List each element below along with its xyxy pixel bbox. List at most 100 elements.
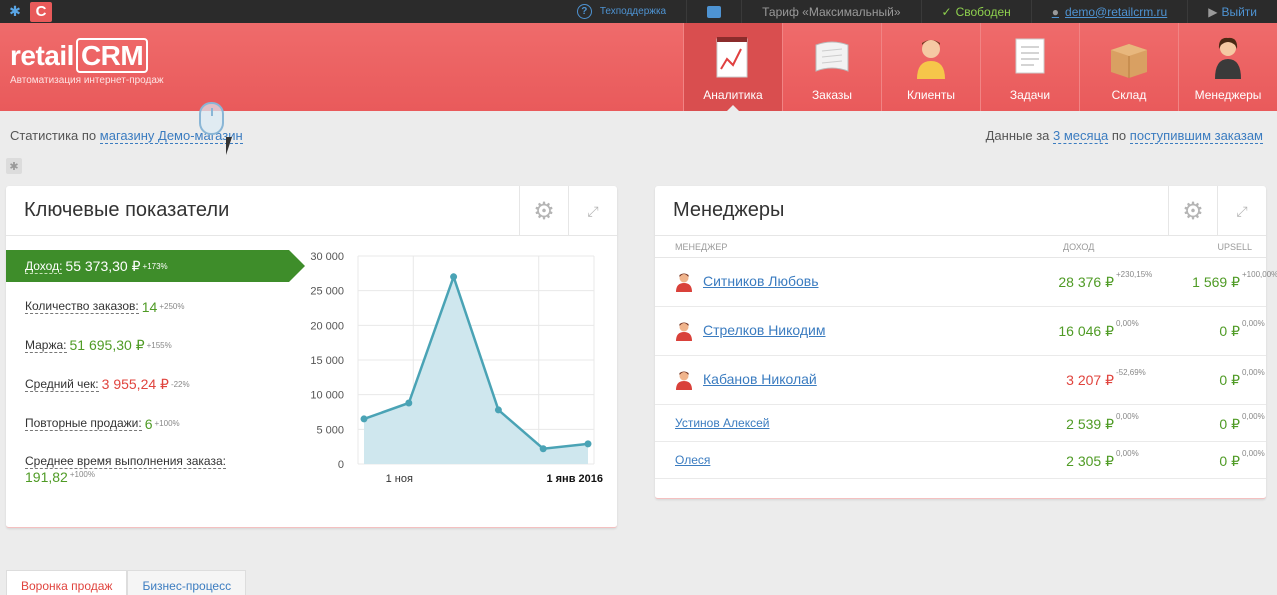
tab-business-process[interactable]: Бизнес-процесс: [127, 570, 247, 595]
user-icon: ●: [1051, 4, 1060, 19]
kpi-panel: Ключевые показатели ⚙ ⤢ Доход: 55 373,30…: [6, 186, 617, 528]
manager-name-link[interactable]: Кабанов Николай: [703, 371, 817, 387]
avatar-icon: [675, 321, 693, 341]
clients-icon: [908, 34, 954, 80]
period-selector-link[interactable]: 3 месяца: [1053, 128, 1109, 144]
manager-income: 2 539 ₽0,00%: [1066, 412, 1139, 432]
avatar-icon: [675, 272, 693, 292]
check-icon: ✓: [941, 4, 952, 19]
manager-upsell: 0 ₽0,00%: [1219, 319, 1265, 339]
nav-orders[interactable]: Заказы: [782, 23, 881, 111]
manager-income: 2 305 ₽0,00%: [1066, 449, 1139, 469]
x-tick-label: 1 ноя: [386, 473, 413, 485]
data-period: Данные за 3 месяца по поступившим заказа…: [985, 128, 1263, 144]
manager-upsell: 1 569 ₽ +100,00%: [1192, 270, 1277, 290]
manager-income: 28 376 ₽ +230,15%: [1058, 270, 1153, 290]
managers-table-header: МЕНЕДЖЕР ДОХОД UPSELL: [655, 236, 1266, 258]
managers-panel-title: Менеджеры: [673, 199, 785, 221]
y-tick-label: 0: [338, 459, 344, 471]
data-point[interactable]: [494, 406, 502, 414]
revenue-chart: 0 5 000 10 000 15 000 20 000 25 000 30 000 1 но…: [310, 251, 603, 485]
managers-icon: [1205, 34, 1251, 80]
revenue-area: [364, 276, 588, 464]
user-menu[interactable]: ● demo@retailcrm.ru: [1030, 0, 1187, 23]
manager-income: 16 046 ₽0,00%: [1058, 319, 1139, 339]
basis-selector-link[interactable]: поступившим заказам: [1129, 128, 1263, 144]
manager-name-link[interactable]: Ситников Любовь: [703, 273, 819, 289]
logout-icon: ▶: [1208, 4, 1218, 19]
mouse-click-indicator-icon: [199, 102, 224, 135]
tab-sales-funnel[interactable]: Воронка продаж: [6, 570, 128, 595]
data-point[interactable]: [450, 273, 458, 281]
x-tick-label: 1 янв 2016: [546, 473, 603, 485]
y-tick-label: 10 000: [310, 390, 344, 402]
kpi-avg-fulfillment-time[interactable]: Среднее время выполнения заказа: 191,82 +…: [6, 443, 291, 495]
table-row: Устинов Алексей 2 539 ₽0,00% 0 ₽0,00%: [655, 405, 1266, 442]
dashboard-settings-icon[interactable]: ✱: [6, 158, 22, 174]
manager-income: 3 207 ₽ -52,69%: [1066, 368, 1146, 388]
warehouse-icon: [1106, 34, 1152, 80]
y-tick-label: 30 000: [310, 251, 344, 263]
column-income[interactable]: ДОХОД: [1063, 242, 1094, 252]
status-toggle[interactable]: ✓ Свободен: [920, 0, 1031, 23]
avatar-icon: [675, 370, 693, 390]
gear-icon[interactable]: ⚙: [519, 186, 568, 236]
bottom-tabs: Воронка продаж Бизнес-процесс: [6, 570, 247, 595]
support-link[interactable]: ? Техподдержка: [557, 0, 686, 23]
kpi-orders-count[interactable]: Количество заказов: 14 +250%: [6, 287, 291, 326]
manager-name-link[interactable]: Олеся: [675, 453, 710, 467]
data-point[interactable]: [584, 440, 592, 448]
expand-icon[interactable]: ⤢: [1217, 186, 1266, 236]
settings-gear-icon[interactable]: ✱: [0, 0, 30, 23]
main-header: retail CRM Автоматизация интернет-продаж …: [0, 23, 1277, 111]
table-row: Ситников Любовь 28 376 ₽ +230,15% 1 569 ₽ +1…: [655, 258, 1277, 307]
y-tick-label: 5 000: [316, 424, 344, 436]
orders-icon: [809, 34, 855, 80]
top-bar: ✱ C ? Техподдержка Тариф «Максимальный» …: [0, 0, 1277, 23]
nav-tasks[interactable]: Задачи: [980, 23, 1079, 111]
kpi-list: Доход: 55 373,30 ₽ +173% Количество зака…: [6, 250, 305, 495]
nav-clients[interactable]: Клиенты: [881, 23, 980, 111]
brand-tagline: Автоматизация интернет-продаж: [10, 75, 164, 86]
data-point[interactable]: [360, 415, 368, 423]
kpi-margin[interactable]: Маржа: 51 695,30 ₽ +155%: [6, 326, 291, 365]
kpi-average-check[interactable]: Средний чек: 3 955,24 ₽ -22%: [6, 365, 291, 404]
managers-panel-header: Менеджеры ⚙ ⤢: [655, 186, 1266, 236]
tariff-label[interactable]: Тариф «Максимальный»: [741, 0, 920, 23]
y-tick-label: 25 000: [310, 286, 344, 298]
table-row: Олеся 2 305 ₽0,00% 0 ₽0,00%: [655, 442, 1266, 479]
brand-logo[interactable]: retail CRM Автоматизация интернет-продаж: [10, 38, 164, 86]
kpi-revenue[interactable]: Доход: 55 373,30 ₽ +173%: [6, 250, 305, 282]
manager-name-link[interactable]: Устинов Алексей: [675, 416, 769, 430]
gear-icon[interactable]: ⚙: [1168, 186, 1217, 236]
expand-icon[interactable]: ⤢: [568, 186, 617, 236]
tasks-icon: [1007, 34, 1053, 80]
managers-panel: Менеджеры ⚙ ⤢ МЕНЕДЖЕР ДОХОД UPSELL Ситн…: [655, 186, 1277, 499]
retailcrm-logo-icon[interactable]: C: [30, 1, 52, 22]
y-tick-label: 15 000: [310, 355, 344, 367]
y-tick-label: 20 000: [310, 320, 344, 332]
nav-managers[interactable]: Менеджеры: [1178, 23, 1277, 111]
nav-analytics[interactable]: Аналитика: [683, 23, 782, 111]
kpi-panel-header: Ключевые показатели ⚙ ⤢: [6, 186, 617, 236]
column-upsell[interactable]: UPSELL: [1217, 242, 1252, 252]
brand-name: retail CRM: [10, 38, 164, 73]
data-point[interactable]: [539, 445, 547, 453]
manager-upsell: 0 ₽0,00%: [1219, 368, 1265, 388]
manager-name-link[interactable]: Стрелков Никодим: [703, 322, 826, 338]
nav-warehouse[interactable]: Склад: [1079, 23, 1178, 111]
table-row: Стрелков Никодим 16 046 ₽0,00% 0 ₽0,00%: [655, 307, 1266, 356]
table-row: Кабанов Николай 3 207 ₽ -52,69% 0 ₽0,00%: [655, 356, 1266, 405]
main-nav: Аналитика Заказы Клиенты Задачи Склад Ме…: [683, 23, 1277, 111]
manager-upsell: 0 ₽0,00%: [1219, 449, 1265, 469]
manager-upsell: 0 ₽0,00%: [1219, 412, 1265, 432]
chat-button[interactable]: [686, 0, 741, 23]
analytics-icon: [710, 34, 756, 80]
chat-icon: [707, 5, 722, 18]
column-manager: МЕНЕДЖЕР: [675, 241, 728, 252]
kpi-panel-title: Ключевые показатели: [24, 199, 230, 221]
data-point[interactable]: [405, 399, 413, 407]
logout-link[interactable]: ▶ Выйти: [1187, 0, 1277, 23]
help-icon: ?: [576, 4, 592, 19]
kpi-repeat-sales[interactable]: Повторные продажи: 6 +100%: [6, 404, 291, 443]
